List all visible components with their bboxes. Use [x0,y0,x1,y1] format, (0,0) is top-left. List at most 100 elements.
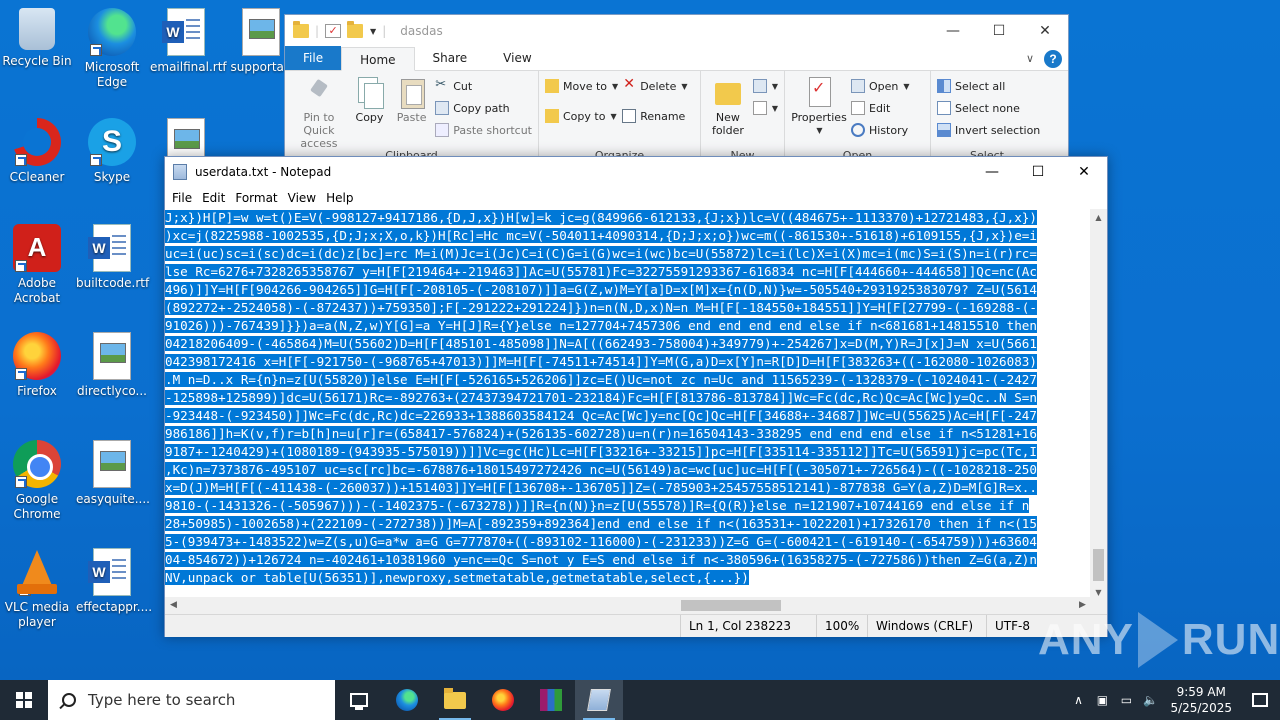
start-button[interactable] [0,680,48,720]
maximize-button[interactable]: ☐ [1015,157,1061,187]
notepad-text-area[interactable]: J;x})H[P]=w w=t()E=V(-998127+9417186,{D,… [165,209,1091,601]
move-to-label: Move to [563,79,608,93]
scroll-up-icon[interactable]: ▲ [1090,209,1107,226]
desktop-icon-google-chrome[interactable]: Google Chrome [1,440,73,522]
status-line-ending: Windows (CRLF) [867,615,973,637]
cut-button[interactable]: Cut [435,77,532,95]
invert-selection-button[interactable]: Invert selection [937,121,1040,139]
network-drive-icon[interactable]: ▣ [1090,693,1114,707]
new-item-button[interactable]: ▼ [752,77,778,95]
chevron-up-icon[interactable]: ∧ [1066,693,1090,707]
explorer-window-controls: — ☐ ✕ [930,16,1068,46]
selected-text: lse Rc=6276+7328265358767 y=H[F[219464+-… [165,264,1037,279]
text-line: NV,unpack or table[U(56351)],newproxy,se… [165,569,1091,587]
taskbar-file-explorer[interactable] [431,680,479,720]
selected-text: -923448-(-923450)]]Wc=Fc(dc,Rc)dc=226933… [165,408,1037,423]
taskbar-search-box[interactable]: Type here to search [48,680,335,720]
task-view-button[interactable] [335,680,383,720]
menu-edit[interactable]: Edit [197,191,230,205]
customize-dropdown-icon[interactable]: ▼ [370,27,376,36]
new-folder-icon[interactable] [347,21,364,38]
paste-shortcut-button[interactable]: Paste shortcut [435,121,532,139]
menu-format[interactable]: Format [230,191,282,205]
minimize-button[interactable]: — [930,16,976,46]
network-icon[interactable]: ▭ [1114,693,1138,707]
file-explorer-icon [444,687,466,709]
notepad-window: userdata.txt - Notepad — ☐ ✕ File Edit F… [164,156,1108,637]
close-button[interactable]: ✕ [1022,16,1068,46]
select-none-icon [937,101,951,115]
menu-view[interactable]: View [283,191,321,205]
desktop-icon-easyquite[interactable]: easyquite.... [76,440,150,507]
horizontal-scrollbar[interactable]: ◀ ▶ [165,597,1091,614]
new-folder-icon [713,77,743,107]
taskbar-edge[interactable] [383,680,431,720]
taskbar-winrar[interactable] [527,680,575,720]
taskbar-notepad[interactable] [575,680,623,720]
tab-file[interactable]: File [285,46,342,70]
rename-button[interactable]: Rename [622,107,687,125]
copy-path-label: Copy path [453,101,510,115]
menu-help[interactable]: Help [321,191,358,205]
clock[interactable]: 9:59 AM 5/25/2025 [1162,684,1240,716]
tab-view[interactable]: View [485,46,549,70]
explorer-title-bar: | ✓ ▼ | dasdas — ☐ ✕ [285,15,1068,47]
copy-label: Copy [355,111,384,124]
move-to-button[interactable]: Move to ▼ [545,77,618,95]
select-all-button[interactable]: Select all [937,77,1040,95]
desktop-icon-recycle-bin[interactable]: Recycle Bin [1,8,73,69]
shortcut-arrow-icon [19,584,31,596]
status-position: Ln 1, Col 238223 [680,615,791,637]
select-none-button[interactable]: Select none [937,99,1040,117]
close-button[interactable]: ✕ [1061,157,1107,187]
acrobat-icon: A [13,224,61,272]
desktop-icon-edge[interactable]: Microsoft Edge [76,8,148,90]
desktop-icon-firefox[interactable]: Firefox [1,332,73,399]
text-line: 5-(939473+-1483522)w=Z(s,u)G=a*w a=G G=7… [165,533,1091,551]
menu-file[interactable]: File [167,191,197,205]
copy-path-button[interactable]: Copy path [435,99,532,117]
edit-button[interactable]: Edit [851,99,910,117]
tab-share[interactable]: Share [415,46,486,70]
properties-icon[interactable]: ✓ [325,24,342,38]
edge-icon [88,8,136,56]
history-button[interactable]: History [851,121,910,139]
vertical-scrollbar[interactable]: ▲ ▼ [1090,209,1107,601]
desktop-icon-label: Firefox [17,384,57,398]
collapse-ribbon-icon[interactable]: ∨ [1026,52,1034,65]
desktop-icon-vlc[interactable]: VLC media player [1,548,73,630]
taskbar-firefox[interactable] [479,680,527,720]
text-line: 28+50985)-1002658)+(222109-(-272738))]M=… [165,515,1091,533]
desktop-icon-directlyco[interactable]: directlyco... [76,332,148,399]
maximize-button[interactable]: ☐ [976,16,1022,46]
delete-button[interactable]: Delete ▼ [622,76,687,95]
copy-to-button[interactable]: Copy to ▼ [545,107,618,125]
desktop-icon-adobe-acrobat[interactable]: A Adobe Acrobat [1,224,73,306]
notepad-icon [173,164,187,180]
desktop-icon-skype[interactable]: S Skype [76,118,148,185]
notification-center-button[interactable] [1240,680,1280,720]
minimize-button[interactable]: — [969,157,1015,187]
winrar-icon [540,689,562,711]
desktop-icon-builtcode[interactable]: W builtcode.rtf [76,224,149,291]
desktop-icon-emailfinal[interactable]: W emailfinal.rtf [150,8,227,75]
vertical-scroll-thumb[interactable] [1093,549,1104,581]
clock-date: 5/25/2025 [1170,701,1232,715]
desktop-icon-label: Recycle Bin [2,54,72,68]
scroll-left-icon[interactable]: ◀ [165,597,182,614]
separator: | [382,24,387,38]
desktop-icon-ccleaner[interactable]: CCleaner [1,118,73,185]
desktop-icon-label: CCleaner [9,170,65,184]
volume-icon[interactable]: 🔈 [1138,693,1162,707]
taskbar: Type here to search ∧ ▣ ▭ 🔈 9:59 AM 5/25… [0,680,1280,720]
desktop-icon-effectappr[interactable]: W effectappr.... [76,548,152,615]
new-item-icon [752,79,767,93]
horizontal-scroll-thumb[interactable] [681,600,781,611]
help-icon[interactable]: ? [1044,50,1062,68]
shortcut-arrow-icon [15,260,27,272]
pin-icon [304,77,334,107]
properties-icon [804,77,834,107]
tab-home[interactable]: Home [341,47,415,71]
open-button[interactable]: Open ▼ [851,77,910,95]
easy-access-button[interactable]: ▼ [752,99,778,117]
